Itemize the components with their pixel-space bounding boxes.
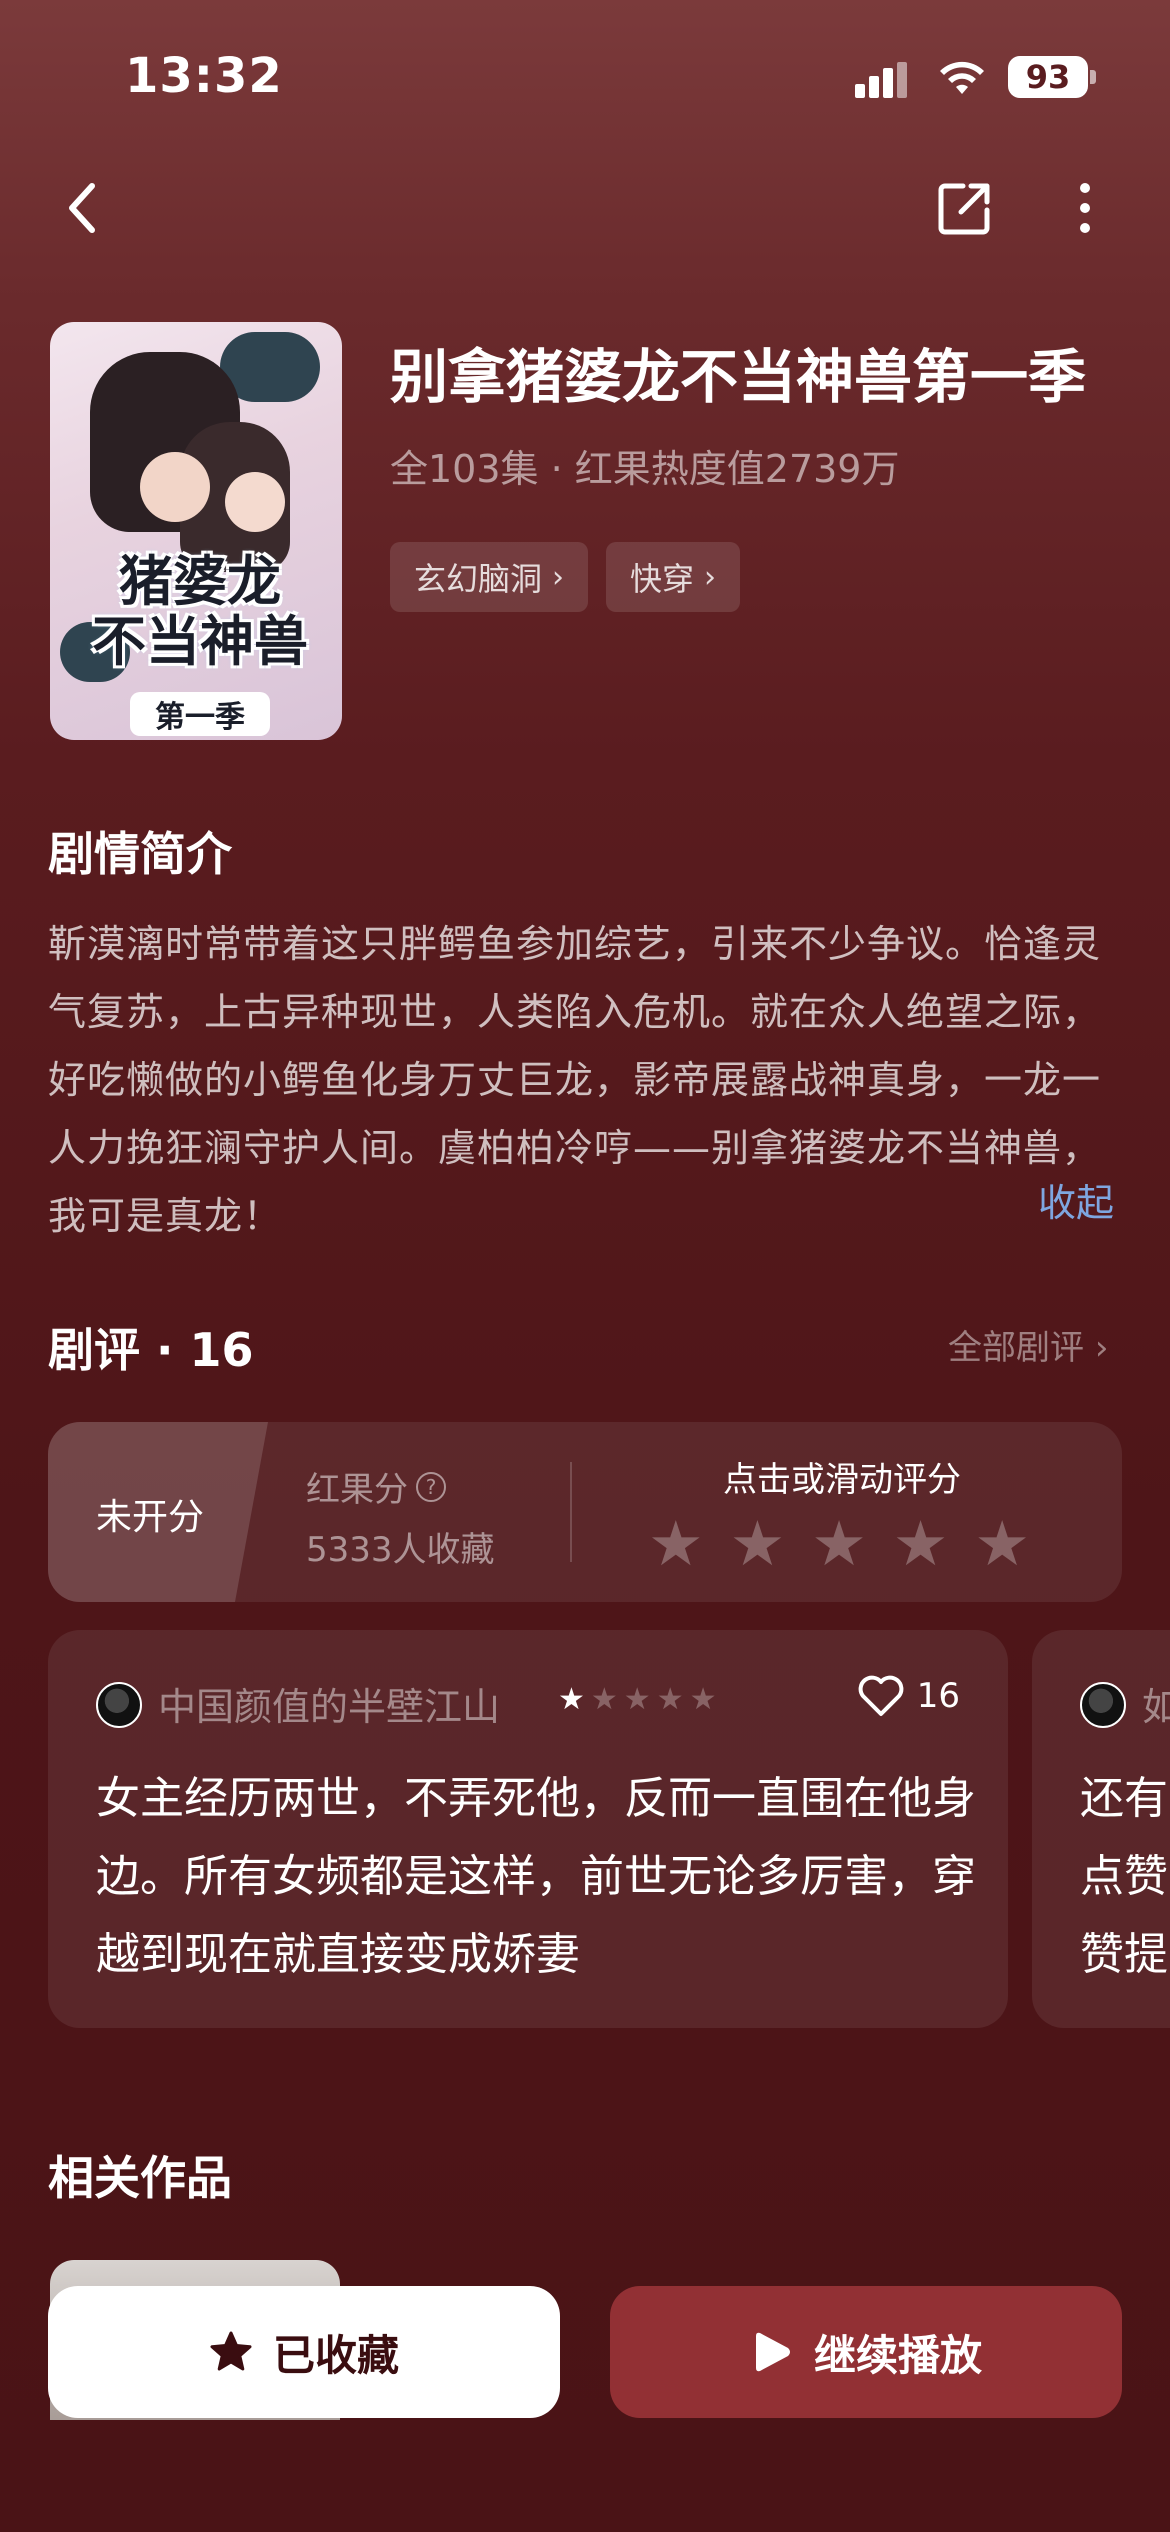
avatar[interactable]	[1080, 1682, 1126, 1728]
star-icon[interactable]: ★	[974, 1513, 1030, 1575]
poster-title: 猪婆龙 不当神兽	[92, 550, 308, 673]
tag-label: 快穿	[630, 560, 695, 598]
related-heading: 相关作品	[48, 2151, 232, 2205]
poster-face-art	[225, 472, 285, 532]
star-icon[interactable]: ★	[811, 1513, 867, 1575]
review-card[interactable]: 如 还有 点赞 赞提	[1032, 1630, 1170, 2028]
star-icon[interactable]: ★	[648, 1513, 704, 1575]
chevron-right-icon: ›	[704, 559, 717, 595]
status-time: 13:32	[125, 48, 283, 104]
like-button[interactable]: 16	[857, 1674, 960, 1718]
rate-prompt: 点击或滑动评分	[723, 1460, 961, 1500]
synopsis-heading: 剧情简介	[48, 827, 232, 881]
review-text: 还有 点赞 赞提	[1080, 1773, 1168, 1980]
score-label: 红果分 ?	[306, 1462, 446, 1511]
status-bar: 13:32 93	[0, 0, 1170, 150]
share-icon[interactable]	[935, 178, 995, 238]
tag-chip[interactable]: 玄幻脑洞 ›	[390, 542, 589, 612]
synopsis-text: 靳漠漓时常带着这只胖鳄鱼参加综艺，引来不少争议。恰逢灵气复苏，上古异种现世，人类…	[48, 922, 1102, 1238]
tag-label: 玄幻脑洞	[414, 560, 543, 598]
review-username[interactable]: 如	[1142, 1676, 1170, 1731]
show-meta: 全103集 · 红果热度值2739万	[390, 447, 900, 491]
poster-face-art	[140, 452, 210, 522]
chevron-right-icon: ›	[1094, 1328, 1109, 1368]
battery-cap	[1090, 70, 1096, 84]
back-icon[interactable]	[58, 178, 108, 238]
star-icon[interactable]: ★	[730, 1513, 786, 1575]
like-count: 16	[916, 1676, 960, 1716]
play-icon	[755, 2332, 790, 2372]
rating-panel: 未开分 红果分 ? 5333人收藏 点击或滑动评分 ★ ★ ★ ★ ★	[48, 1422, 1122, 1602]
tag-list: 玄幻脑洞 › 快穿 ›	[390, 542, 741, 612]
favorites-count: 5333人收藏	[306, 1530, 495, 1570]
half-star-icon: ★	[558, 1682, 591, 1717]
battery-indicator: 93	[1008, 56, 1088, 98]
review-card[interactable]: 中国颜值的半壁江山 ★★★★★ 16 女主经历两世，不弄死他，反而一直围在他身边…	[48, 1630, 1008, 2028]
play-label: 继续播放	[813, 2330, 982, 2380]
continue-play-button[interactable]: 继续播放	[610, 2286, 1122, 2418]
reviews-heading: 剧评 · 16	[48, 1323, 254, 1377]
review-text: 女主经历两世，不弄死他，反而一直围在他身边。所有女频都是这样，前世无论多厉害，穿…	[96, 1773, 976, 1980]
all-reviews-link[interactable]: 全部剧评 ›	[948, 1320, 1108, 1369]
review-username[interactable]: 中国颜值的半壁江山	[158, 1676, 500, 1731]
chevron-right-icon: ›	[552, 559, 565, 595]
cellular-signal-icon	[855, 62, 915, 98]
wifi-icon	[940, 61, 984, 94]
star-icon	[210, 2331, 252, 2371]
poster-subtitle: 第一季	[130, 692, 270, 736]
favorite-button[interactable]: 已收藏	[48, 2286, 560, 2418]
show-poster[interactable]: 猪婆龙 不当神兽 第一季	[50, 322, 342, 740]
avatar[interactable]	[96, 1682, 142, 1728]
collapse-button[interactable]: 收起	[1038, 1172, 1114, 1227]
show-title: 别拿猪婆龙不当神兽第一季	[390, 343, 1087, 411]
divider	[570, 1462, 572, 1562]
star-icon[interactable]: ★	[893, 1513, 949, 1575]
heart-icon	[858, 1675, 904, 1716]
rating-stars[interactable]: ★ ★ ★ ★ ★	[648, 1513, 1030, 1575]
unrated-label: 未开分	[96, 1497, 205, 1538]
help-icon[interactable]: ?	[416, 1471, 446, 1502]
tag-chip[interactable]: 快穿 ›	[606, 542, 741, 612]
review-stars: ★★★★★	[558, 1682, 723, 1717]
more-icon[interactable]	[1070, 178, 1100, 238]
all-reviews-label: 全部剧评	[948, 1328, 1084, 1368]
favorite-label: 已收藏	[272, 2330, 399, 2380]
